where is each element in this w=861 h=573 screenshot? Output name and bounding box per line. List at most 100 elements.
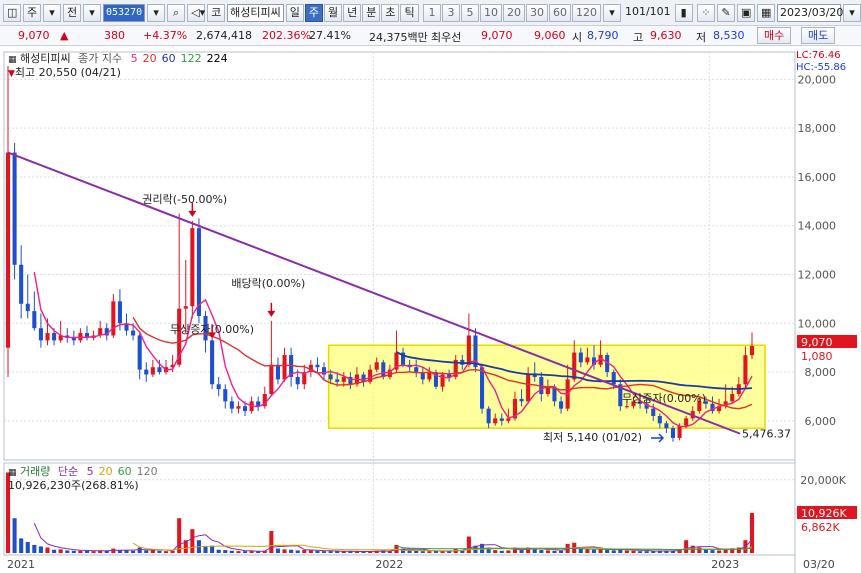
volume-bar	[38, 546, 43, 553]
volume-bar	[71, 550, 76, 553]
chevron-down-icon[interactable]: ▾	[602, 3, 621, 22]
stock-code-input[interactable]: 053270	[103, 3, 146, 22]
candle-body	[269, 364, 274, 395]
chart-menu-icon[interactable]: ◫	[3, 3, 21, 22]
page-counter: 101/101	[624, 4, 671, 18]
volume-bar	[578, 548, 583, 553]
candle-body	[572, 352, 577, 380]
stock-name-field: 해성티피씨	[227, 3, 284, 22]
interval-count-button[interactable]: 60	[548, 3, 571, 22]
candle-body	[19, 264, 24, 304]
calendar-dropdown-icon[interactable]: ▾	[843, 3, 861, 22]
candle-body	[196, 228, 201, 316]
candle-body	[150, 367, 155, 375]
code-dropdown-icon[interactable]: ▾	[147, 3, 166, 22]
scroll-end-icon[interactable]: ▮	[674, 3, 693, 22]
period-tab[interactable]: 초	[381, 3, 400, 22]
volume-bar	[282, 549, 287, 553]
interval-count-button[interactable]: 1	[422, 3, 441, 22]
volume-bar	[506, 550, 511, 553]
code-button[interactable]: 코	[207, 3, 226, 22]
open-price: 8,790	[587, 29, 619, 42]
volume-bar	[275, 548, 280, 553]
interval-count-button[interactable]: 120	[571, 3, 601, 22]
period-tab[interactable]: 년	[343, 3, 362, 22]
interval-count-button[interactable]: 5	[460, 3, 479, 22]
period-tab[interactable]: 주	[304, 3, 323, 22]
period-tab[interactable]: 분	[362, 3, 381, 22]
chevron-down-icon[interactable]: ▾	[43, 3, 61, 22]
candle-body	[25, 303, 30, 312]
volume-bar	[269, 531, 274, 553]
interval-count-button[interactable]: 3	[441, 3, 460, 22]
low-label: 저	[696, 31, 707, 44]
preferred-label: 최우선	[431, 31, 462, 44]
volume-bar	[611, 550, 616, 553]
volume-bar	[150, 550, 155, 553]
volume-note: 10,926,230주(268.81%)	[8, 479, 139, 492]
price-change-pct: +4.37%	[143, 29, 188, 42]
candle-body	[559, 401, 564, 409]
stock-chart[interactable]: 권리락(-50.00%)배당락(0.00%)무상증자(0.00%)무상증자(0.…	[0, 47, 861, 573]
speaker-icon[interactable]: ◁▾	[187, 3, 206, 22]
grid-icon[interactable]: ⁘	[697, 3, 715, 22]
prev-button[interactable]: 전	[63, 3, 81, 22]
period-tab[interactable]: 일	[285, 3, 304, 22]
rights-annotation: 권리락(-50.00%)	[142, 193, 227, 206]
volume-bar	[78, 550, 83, 553]
price-tick-label: 8,000	[805, 366, 837, 379]
volume-ma-value: 6,862K	[801, 521, 840, 534]
calendar-icon[interactable]: ▦	[757, 3, 775, 22]
period-menu-button[interactable]: 주	[23, 3, 41, 22]
volume-bar	[144, 550, 149, 553]
date-input[interactable]: 2023/03/20	[777, 3, 843, 22]
volume-bar	[493, 550, 498, 553]
candle-body	[651, 408, 656, 416]
volume-bar	[638, 551, 643, 553]
candle-body	[664, 423, 669, 429]
price-tick-label: 12,000	[798, 269, 837, 282]
interval-count-button[interactable]: 30	[525, 3, 548, 22]
volume-bar	[552, 550, 557, 553]
hc-value: HC:-55.86	[796, 62, 847, 73]
candle-body	[183, 306, 188, 309]
save-icon[interactable]: ▣	[737, 3, 755, 22]
chevron-down-icon[interactable]: ▾	[83, 3, 101, 22]
volume-bar	[65, 550, 70, 553]
candle-body	[374, 362, 379, 370]
volume-bar	[559, 550, 564, 553]
candle-body	[32, 311, 37, 329]
candle-body	[117, 301, 122, 324]
interval-count-button[interactable]: 20	[502, 3, 525, 22]
lc-value: LC:76.46	[796, 50, 841, 61]
candle-body	[5, 152, 11, 348]
ask-price: 9,070	[481, 29, 513, 42]
candle-body	[486, 408, 491, 424]
buy-button[interactable]: 매수	[757, 27, 792, 44]
volume-bar	[605, 549, 610, 553]
period-tab[interactable]: 틱	[400, 3, 419, 22]
current-price-tag: 9,070	[801, 336, 833, 349]
volume-bar	[157, 550, 162, 553]
price-tick-label: 10,000	[798, 317, 837, 330]
up-arrow-icon: ▲	[60, 29, 69, 42]
candle-body	[743, 355, 748, 385]
candle-body	[585, 357, 590, 363]
current-price: 9,070	[18, 29, 50, 42]
trendline-end-label: 5,476.37	[742, 428, 791, 441]
interval-count-button[interactable]: 10	[479, 3, 502, 22]
turnover-rate: 27.41%	[309, 29, 351, 42]
price-tick-label: 14,000	[798, 220, 837, 233]
candle-body	[381, 362, 386, 377]
high-price: 9,630	[650, 29, 682, 42]
candle-body	[499, 418, 504, 421]
chart-canvas[interactable]: 권리락(-50.00%)배당락(0.00%)무상증자(0.00%)무상증자(0.…	[0, 47, 861, 573]
search-icon[interactable]: ⌕	[167, 3, 186, 22]
draw-tool-icon[interactable]: ✎	[717, 3, 735, 22]
sell-button[interactable]: 매도	[801, 27, 836, 44]
volume-bar	[58, 549, 63, 553]
volume-bar	[631, 550, 636, 553]
volume-bar	[585, 549, 590, 553]
bid-price: 9,060	[534, 29, 566, 42]
period-tab[interactable]: 월	[323, 3, 343, 22]
